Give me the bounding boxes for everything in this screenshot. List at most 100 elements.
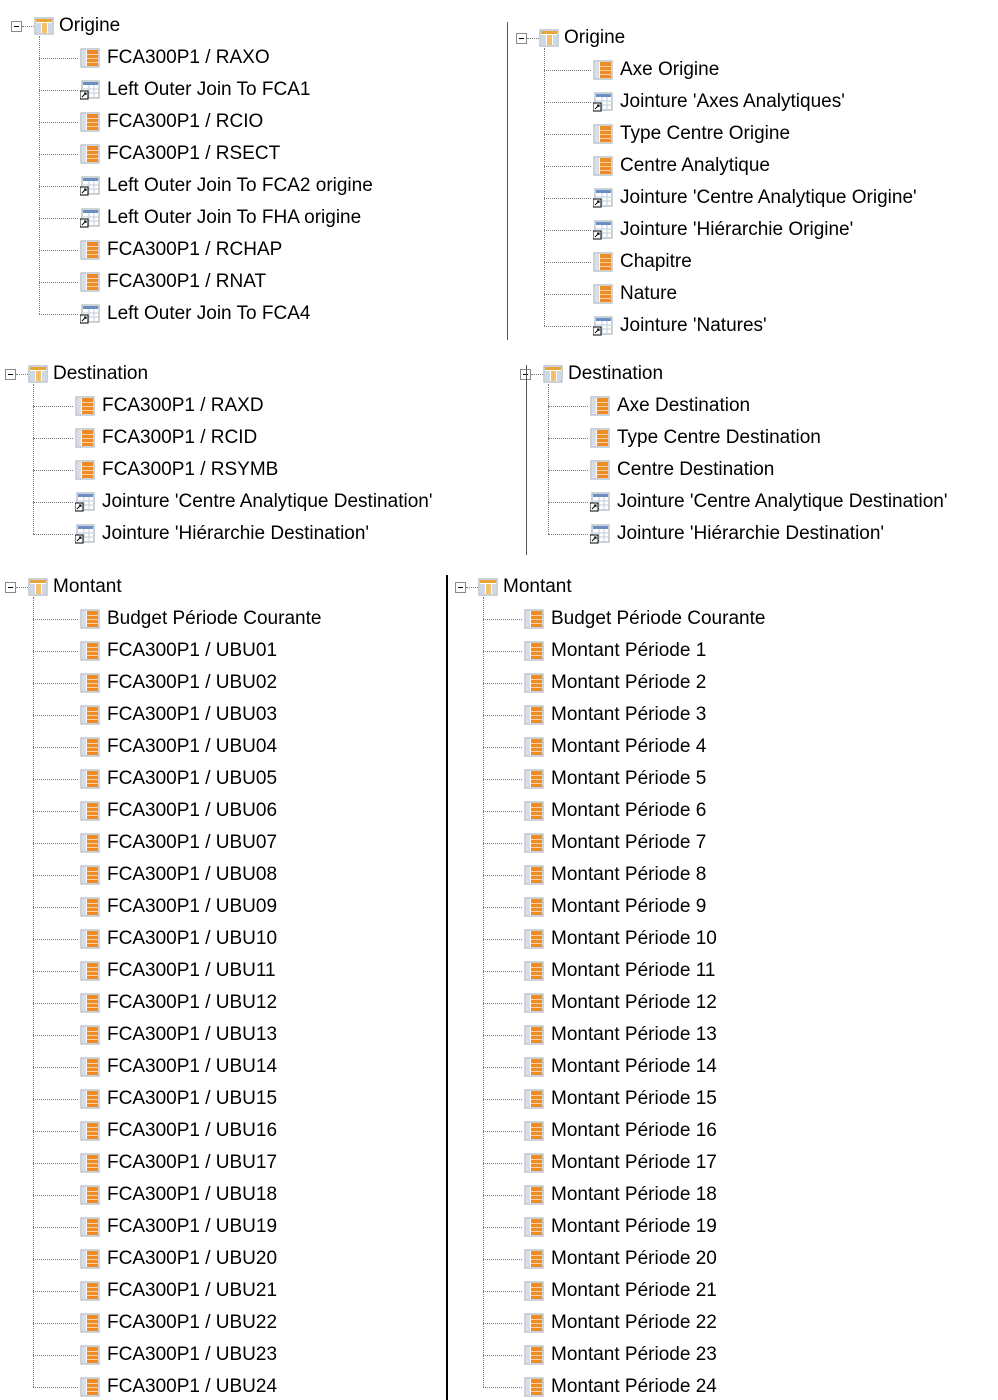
tree-item[interactable]: Centre Analytique xyxy=(508,155,998,177)
tree-item[interactable]: FCA300P1 / UBU13 xyxy=(0,1024,446,1046)
tree-item[interactable]: Montant Période 2 xyxy=(449,672,998,694)
tree-group-node[interactable]: Montant xyxy=(449,576,998,598)
tree-item[interactable]: Montant Période 6 xyxy=(449,800,998,822)
tree-item[interactable]: FCA300P1 / UBU15 xyxy=(0,1088,446,1110)
tree-item[interactable]: Jointure 'Centre Analytique Origine' xyxy=(508,187,998,209)
tree-connector xyxy=(39,314,78,315)
tree-item[interactable]: Jointure 'Centre Analytique Destination' xyxy=(0,491,520,513)
tree-item[interactable]: Montant Période 21 xyxy=(449,1280,998,1302)
tree-item[interactable]: FCA300P1 / UBU05 xyxy=(0,768,446,790)
tree-item[interactable]: Montant Période 18 xyxy=(449,1184,998,1206)
tree-item[interactable]: Left Outer Join To FCA2 origine xyxy=(0,175,505,197)
tree-item[interactable]: FCA300P1 / RNAT xyxy=(0,271,505,293)
tree-item[interactable]: Montant Période 5 xyxy=(449,768,998,790)
tree-item[interactable]: Montant Période 10 xyxy=(449,928,998,950)
tree-item[interactable]: FCA300P1 / UBU12 xyxy=(0,992,446,1014)
tree-item[interactable]: FCA300P1 / UBU10 xyxy=(0,928,446,950)
tree-item[interactable]: FCA300P1 / RCHAP xyxy=(0,239,505,261)
tree-item[interactable]: Budget Période Courante xyxy=(449,608,998,630)
tree-item[interactable]: Budget Période Courante xyxy=(0,608,446,630)
tree-item[interactable]: FCA300P1 / RAXD xyxy=(0,395,520,417)
tree-item[interactable]: FCA300P1 / UBU21 xyxy=(0,1280,446,1302)
tree-item[interactable]: Montant Période 23 xyxy=(449,1344,998,1366)
tree-item[interactable]: Left Outer Join To FCA1 xyxy=(0,79,505,101)
collapse-toggle-icon[interactable] xyxy=(5,369,16,380)
tree-item[interactable]: Montant Période 4 xyxy=(449,736,998,758)
field-icon xyxy=(590,460,610,480)
tree-item[interactable]: Jointure 'Axes Analytiques' xyxy=(508,91,998,113)
tree-item[interactable]: Axe Destination xyxy=(520,395,998,417)
tree-group-node[interactable]: Montant xyxy=(0,576,446,598)
tree-item[interactable]: Jointure 'Centre Analytique Destination' xyxy=(520,491,998,513)
tree-item[interactable]: FCA300P1 / RAXO xyxy=(0,47,505,69)
tree-item[interactable]: Axe Origine xyxy=(508,59,998,81)
field-icon xyxy=(80,1249,100,1269)
tree-item[interactable]: FCA300P1 / UBU18 xyxy=(0,1184,446,1206)
tree-item[interactable]: Montant Période 7 xyxy=(449,832,998,854)
tree-item[interactable]: Left Outer Join To FHA origine xyxy=(0,207,505,229)
tree-item[interactable]: FCA300P1 / UBU01 xyxy=(0,640,446,662)
tree-item[interactable]: FCA300P1 / UBU23 xyxy=(0,1344,446,1366)
tree-item[interactable]: Montant Période 19 xyxy=(449,1216,998,1238)
tree-item[interactable]: Montant Période 11 xyxy=(449,960,998,982)
tree-item[interactable]: FCA300P1 / UBU19 xyxy=(0,1216,446,1238)
tree-item[interactable]: FCA300P1 / UBU07 xyxy=(0,832,446,854)
tree-item[interactable]: Nature xyxy=(508,283,998,305)
tree-item[interactable]: Chapitre xyxy=(508,251,998,273)
tree-item[interactable]: FCA300P1 / RCIO xyxy=(0,111,505,133)
tree-item[interactable]: Montant Période 17 xyxy=(449,1152,998,1174)
tree-item[interactable]: FCA300P1 / UBU09 xyxy=(0,896,446,918)
tree-group-node[interactable]: Origine xyxy=(508,27,998,49)
tree-item[interactable]: FCA300P1 / UBU14 xyxy=(0,1056,446,1078)
tree-item[interactable]: Left Outer Join To FCA4 xyxy=(0,303,505,325)
tree-item-label: Left Outer Join To FHA origine xyxy=(107,207,362,228)
tree-connector xyxy=(483,1387,522,1388)
tree-item[interactable]: Centre Destination xyxy=(520,459,998,481)
tree-group-node[interactable]: Destination xyxy=(0,363,520,385)
tree-item[interactable]: Montant Période 12 xyxy=(449,992,998,1014)
collapse-toggle-icon[interactable] xyxy=(455,582,466,593)
tree-connector xyxy=(33,1131,78,1132)
tree-item[interactable]: FCA300P1 / UBU03 xyxy=(0,704,446,726)
collapse-toggle-icon[interactable] xyxy=(5,582,16,593)
tree-item[interactable]: FCA300P1 / UBU17 xyxy=(0,1152,446,1174)
tree-item-label: Montant Période 4 xyxy=(551,736,707,757)
tree-item-label: Montant Période 12 xyxy=(551,992,717,1013)
tree-group-node[interactable]: Destination xyxy=(520,363,998,385)
collapse-toggle-icon[interactable] xyxy=(11,21,22,32)
tree-item[interactable]: Montant Période 16 xyxy=(449,1120,998,1142)
tree-item[interactable]: FCA300P1 / RSYMB xyxy=(0,459,520,481)
tree-item[interactable]: Montant Période 14 xyxy=(449,1056,998,1078)
tree-item[interactable]: Jointure 'Hiérarchie Origine' xyxy=(508,219,998,241)
tree-item[interactable]: Jointure 'Hiérarchie Destination' xyxy=(520,523,998,545)
tree-item[interactable]: FCA300P1 / UBU22 xyxy=(0,1312,446,1334)
tree-item[interactable]: FCA300P1 / UBU06 xyxy=(0,800,446,822)
tree-item[interactable]: Montant Période 9 xyxy=(449,896,998,918)
tree-item[interactable]: Montant Période 24 xyxy=(449,1376,998,1398)
tree-item[interactable]: FCA300P1 / UBU16 xyxy=(0,1120,446,1142)
tree-group-node[interactable]: Origine xyxy=(0,15,505,37)
tree-item[interactable]: Montant Période 15 xyxy=(449,1088,998,1110)
tree-item[interactable]: FCA300P1 / UBU20 xyxy=(0,1248,446,1270)
tree-item[interactable]: Type Centre Origine xyxy=(508,123,998,145)
tree-item[interactable]: Type Centre Destination xyxy=(520,427,998,449)
tree-item[interactable]: Montant Période 3 xyxy=(449,704,998,726)
tree-item[interactable]: FCA300P1 / UBU08 xyxy=(0,864,446,886)
tree-item[interactable]: Montant Période 13 xyxy=(449,1024,998,1046)
tree-item[interactable]: FCA300P1 / UBU02 xyxy=(0,672,446,694)
tree-connector xyxy=(544,262,591,263)
collapse-toggle-icon[interactable] xyxy=(516,33,527,44)
tree-item[interactable]: Jointure 'Natures' xyxy=(508,315,998,337)
tree-item[interactable]: Montant Période 1 xyxy=(449,640,998,662)
tree-item[interactable]: FCA300P1 / UBU04 xyxy=(0,736,446,758)
tree-item[interactable]: Montant Période 8 xyxy=(449,864,998,886)
tree-item[interactable]: FCA300P1 / RSECT xyxy=(0,143,505,165)
tree-item[interactable]: Montant Période 22 xyxy=(449,1312,998,1334)
tree-item[interactable]: FCA300P1 / RCID xyxy=(0,427,520,449)
tree-item[interactable]: FCA300P1 / UBU24 xyxy=(0,1376,446,1398)
tree-item[interactable]: Montant Période 20 xyxy=(449,1248,998,1270)
field-icon xyxy=(80,144,100,164)
tree-item[interactable]: Jointure 'Hiérarchie Destination' xyxy=(0,523,520,545)
tree-item[interactable]: FCA300P1 / UBU11 xyxy=(0,960,446,982)
tree-item-label: FCA300P1 / UBU21 xyxy=(107,1280,278,1301)
